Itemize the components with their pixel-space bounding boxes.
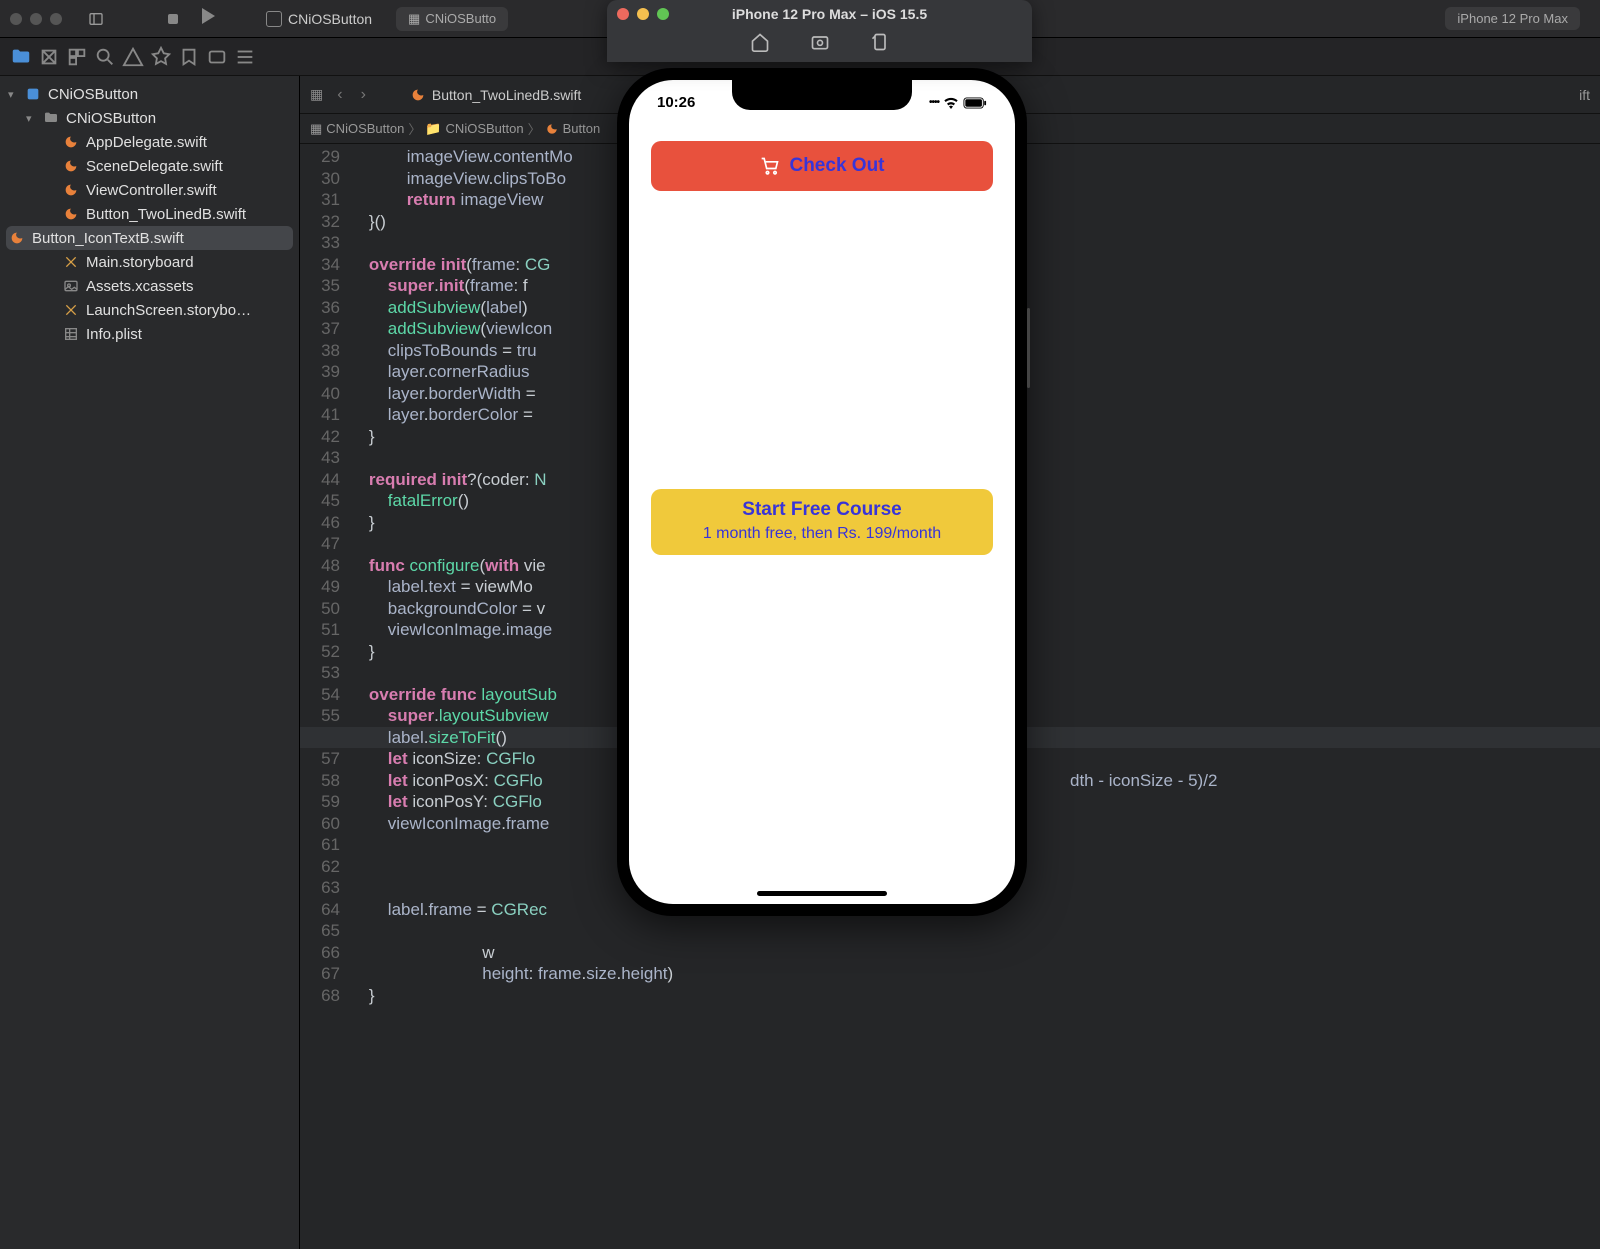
- device-selector[interactable]: iPhone 12 Pro Max: [1445, 7, 1580, 30]
- storyboard-file-icon: [62, 253, 80, 271]
- window-zoom-dot[interactable]: [50, 13, 62, 25]
- home-icon[interactable]: [750, 32, 770, 52]
- target-label: CNiOSButto: [425, 11, 496, 26]
- crumb-3[interactable]: Button: [563, 121, 601, 136]
- run-button[interactable]: [202, 8, 224, 30]
- file-row-selected[interactable]: Button_IconTextB.swift: [6, 226, 293, 250]
- breakpoint-nav-icon[interactable]: [206, 46, 228, 68]
- course-title-label: Start Free Course: [665, 499, 979, 521]
- editor-tab[interactable]: Button_TwoLinedB.swift: [410, 87, 581, 103]
- issue-nav-icon[interactable]: [122, 46, 144, 68]
- checkout-label: Check Out: [789, 155, 884, 177]
- window-minimize-dot[interactable]: [30, 13, 42, 25]
- sim-title-label: iPhone 12 Pro Max – iOS 15.5: [637, 6, 1022, 22]
- file-row[interactable]: Info.plist: [0, 322, 299, 346]
- right-tab-fragment: ift: [1579, 87, 1590, 103]
- symbol-nav-icon[interactable]: [66, 46, 88, 68]
- simulator-window-titlebar: iPhone 12 Pro Max – iOS 15.5: [607, 0, 1032, 62]
- rotate-icon[interactable]: [870, 32, 890, 52]
- file-label: Assets.xcassets: [86, 278, 194, 295]
- file-row[interactable]: AppDelegate.swift: [0, 130, 299, 154]
- home-indicator[interactable]: [757, 891, 887, 896]
- sim-close-button[interactable]: [617, 8, 629, 20]
- device-label: iPhone 12 Pro Max: [1457, 11, 1568, 26]
- window-traffic-lights: [10, 13, 62, 25]
- stop-button[interactable]: [162, 8, 184, 30]
- disclosure-chevron-icon[interactable]: ▾: [8, 88, 18, 101]
- swift-file-icon: [62, 133, 80, 151]
- crumb-app-icon: ▦: [310, 121, 322, 137]
- file-label: AppDelegate.swift: [86, 134, 207, 151]
- tab-filename: Button_TwoLinedB.swift: [432, 87, 581, 103]
- crumb-folder-icon: 📁: [425, 121, 441, 137]
- file-label: Button_TwoLinedB.swift: [86, 206, 246, 223]
- file-row[interactable]: Button_TwoLinedB.swift: [0, 202, 299, 226]
- wifi-icon: [943, 97, 959, 109]
- status-time: 10:26: [657, 94, 695, 111]
- swift-file-icon: [62, 181, 80, 199]
- sidebar-toggle-icon[interactable]: [84, 7, 108, 31]
- start-course-button[interactable]: Start Free Course 1 month free, then Rs.…: [651, 489, 993, 555]
- crumb-1[interactable]: CNiOSButton: [326, 121, 404, 136]
- course-sub-label: 1 month free, then Rs. 199/month: [665, 525, 979, 543]
- device-notch: [732, 80, 912, 110]
- folder-icon: [42, 109, 60, 127]
- crumb-separator-icon: 〉: [408, 119, 421, 138]
- file-row[interactable]: Main.storyboard: [0, 250, 299, 274]
- project-root-label: CNiOSButton: [48, 86, 138, 103]
- folder-nav-icon[interactable]: [10, 46, 32, 68]
- crumb-swift-icon: [545, 122, 559, 136]
- project-navigator: ▾ CNiOSButton ▾ CNiOSButton AppDelegate.…: [0, 76, 300, 1249]
- report-nav-icon[interactable]: [234, 46, 256, 68]
- scheme-selector[interactable]: CNiOSButton: [254, 7, 384, 31]
- target-app-icon: ▦: [408, 11, 420, 27]
- app-icon: [266, 11, 282, 27]
- debug-nav-icon[interactable]: [178, 46, 200, 68]
- file-label: SceneDelegate.swift: [86, 158, 223, 175]
- screenshot-icon[interactable]: [810, 32, 830, 52]
- nav-back-icon[interactable]: ‹: [333, 86, 346, 104]
- folder-row[interactable]: ▾ CNiOSButton: [0, 106, 299, 130]
- window-close-dot[interactable]: [10, 13, 22, 25]
- line-gutter: 2930313233343536373839404142434445464748…: [300, 144, 350, 1249]
- file-row[interactable]: LaunchScreen.storybo…: [0, 298, 299, 322]
- cart-icon: [759, 156, 781, 176]
- simulator-screen[interactable]: 10:26 •••• Check Out Start Free Course 1…: [629, 80, 1015, 904]
- swift-file-icon: [8, 229, 26, 247]
- assets-file-icon: [62, 277, 80, 295]
- nav-forward-icon[interactable]: ›: [357, 86, 370, 104]
- signal-icon: ••••: [929, 97, 939, 108]
- project-name-label: CNiOSButton: [288, 11, 372, 27]
- file-label: Main.storyboard: [86, 254, 194, 271]
- find-nav-icon[interactable]: [94, 46, 116, 68]
- test-nav-icon[interactable]: [150, 46, 172, 68]
- file-label: LaunchScreen.storybo…: [86, 302, 251, 319]
- folder-label: CNiOSButton: [66, 110, 156, 127]
- project-root-row[interactable]: ▾ CNiOSButton: [0, 82, 299, 106]
- swift-file-icon: [62, 205, 80, 223]
- file-row[interactable]: ViewController.swift: [0, 178, 299, 202]
- battery-icon: [963, 97, 987, 109]
- device-side-button[interactable]: [1027, 308, 1030, 388]
- crumb-2[interactable]: CNiOSButton: [446, 121, 524, 136]
- file-label: Button_IconTextB.swift: [32, 230, 184, 247]
- file-label: ViewController.swift: [86, 182, 217, 199]
- file-label: Info.plist: [86, 326, 142, 343]
- related-items-icon[interactable]: ▦: [310, 86, 323, 103]
- crumb-separator-icon: 〉: [528, 119, 541, 138]
- disclosure-chevron-icon[interactable]: ▾: [26, 112, 36, 125]
- file-row[interactable]: Assets.xcassets: [0, 274, 299, 298]
- file-row[interactable]: SceneDelegate.swift: [0, 154, 299, 178]
- simulator-device-frame: 10:26 •••• Check Out Start Free Course 1…: [617, 68, 1027, 916]
- checkout-button[interactable]: Check Out: [651, 141, 993, 191]
- storyboard-file-icon: [62, 301, 80, 319]
- source-control-nav-icon[interactable]: [38, 46, 60, 68]
- target-pill[interactable]: ▦ CNiOSButto: [396, 7, 508, 31]
- swift-file-icon: [62, 157, 80, 175]
- plist-file-icon: [62, 325, 80, 343]
- project-icon: [24, 85, 42, 103]
